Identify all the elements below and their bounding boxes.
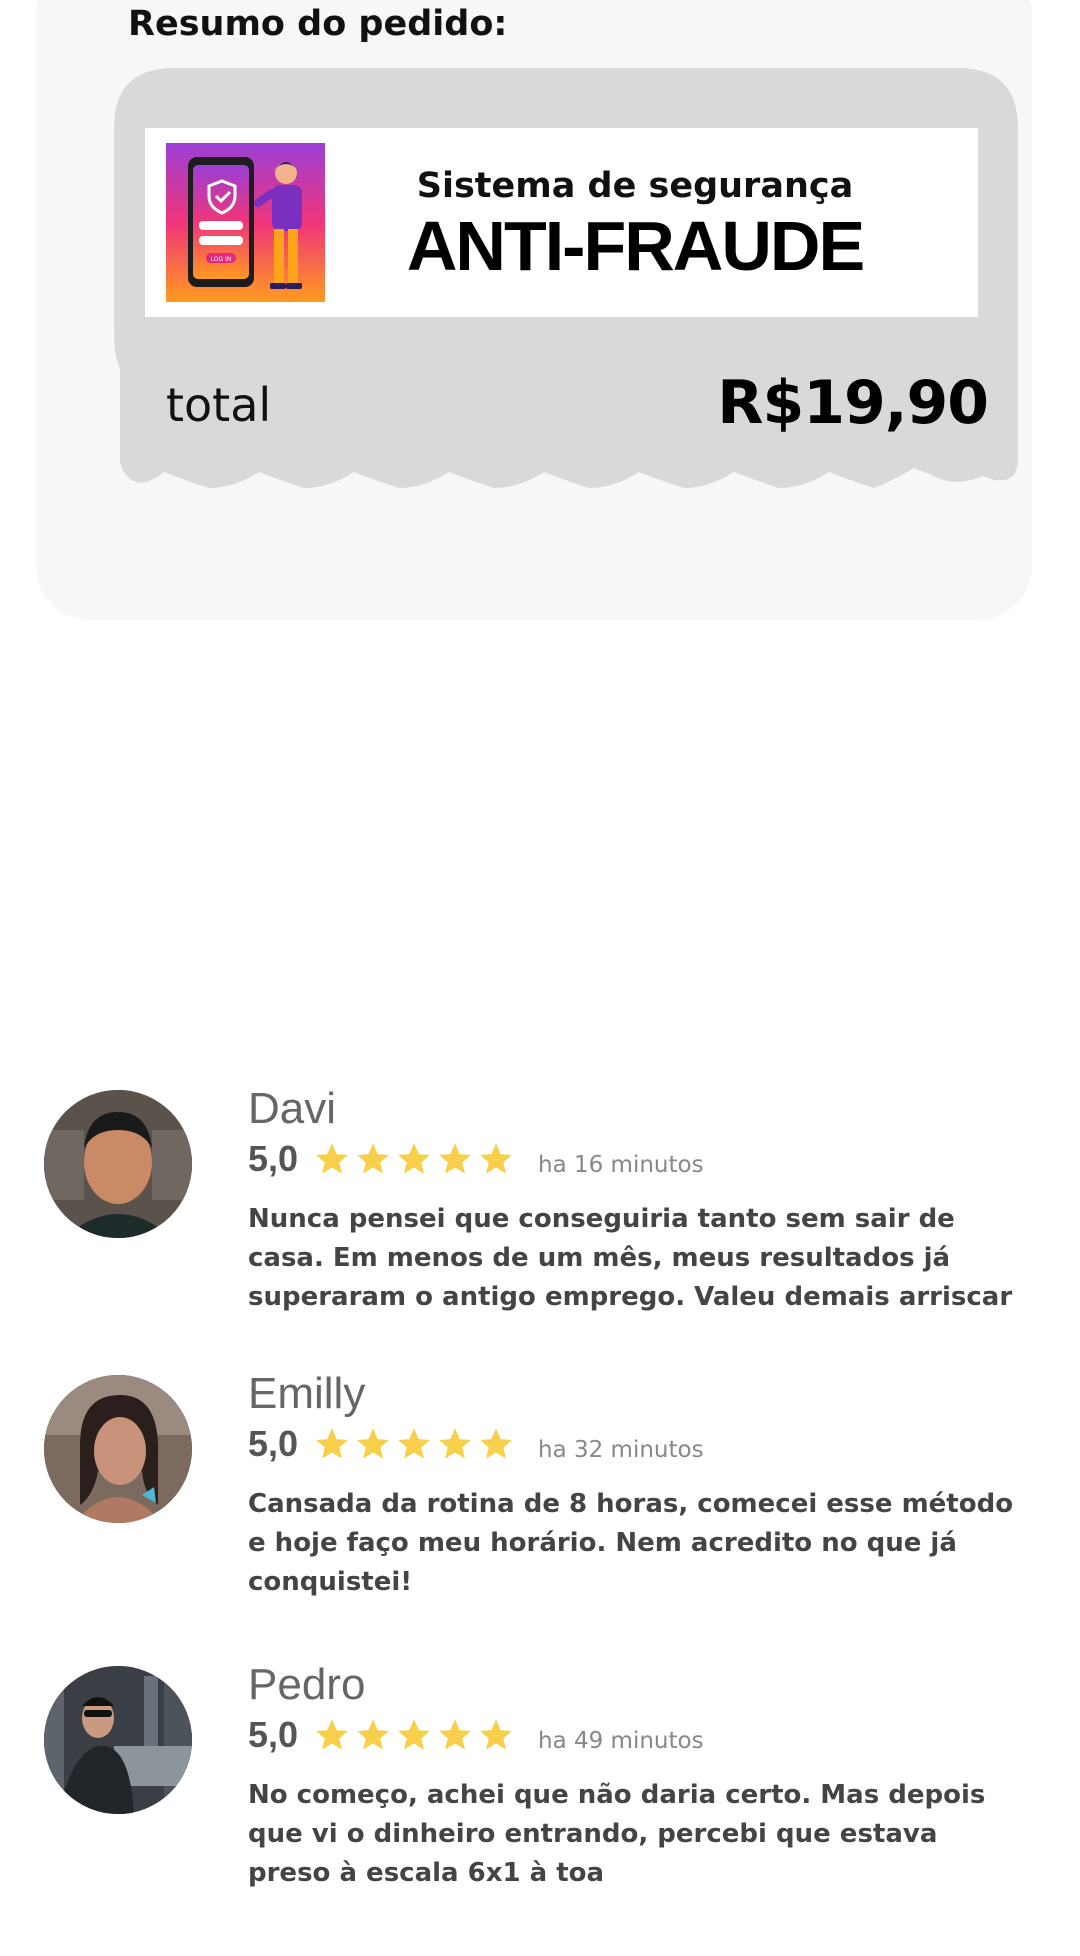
star-icon [357, 1428, 389, 1459]
star-icon [439, 1428, 471, 1459]
reviewer-name: Davi [248, 1084, 337, 1133]
star-icon [439, 1719, 471, 1750]
receipt: LOG IN Sistema de segurança ANTI-FRAUDE … [114, 68, 1018, 494]
review-item: Davi 5,0 ha 16 minutos Nunca pensei que … [0, 1084, 1080, 1380]
review-text: Nunca pensei que conseguiria tanto sem s… [248, 1204, 1013, 1312]
star-icon [316, 1719, 348, 1750]
avatar [44, 1090, 192, 1238]
product-title: ANTI-FRAUDE [406, 207, 865, 285]
star-rating [313, 1716, 515, 1756]
total-label: total [166, 378, 272, 432]
order-summary-card: Resumo do pedido: LOG IN Sistema de segu… [36, 0, 1032, 620]
review-item: Emilly 5,0 ha 32 minutos Cansada da roti… [0, 1369, 1080, 1665]
star-icon [398, 1719, 430, 1750]
star-icon [398, 1143, 430, 1174]
reviewer-name: Emilly [248, 1369, 366, 1418]
review-time: ha 32 minutos [538, 1437, 704, 1463]
star-icon [316, 1428, 348, 1459]
star-icon [316, 1143, 348, 1174]
review-text: No começo, achei que não daria certo. Ma… [248, 1780, 986, 1888]
order-summary-title: Resumo do pedido: [128, 4, 508, 44]
review-time: ha 16 minutos [538, 1152, 704, 1178]
star-icon [480, 1143, 512, 1174]
avatar [44, 1375, 192, 1523]
phone-login-illustration-icon: LOG IN [166, 143, 325, 302]
star-icon [480, 1428, 512, 1459]
avatar [44, 1666, 192, 1814]
reviewer-name: Pedro [248, 1660, 366, 1709]
review-item: Pedro 5,0 ha 49 minutos No começo, achei… [0, 1660, 1080, 1956]
star-icon [357, 1719, 389, 1750]
product-banner: LOG IN Sistema de segurança ANTI-FRAUDE [145, 128, 978, 317]
product-subtitle: Sistema de segurança [416, 166, 854, 206]
star-icon [398, 1428, 430, 1459]
star-icon [357, 1143, 389, 1174]
total-value: R$19,90 [717, 368, 989, 438]
login-button-label: LOG IN [211, 256, 232, 263]
review-time: ha 49 minutos [538, 1728, 704, 1754]
review-text: Cansada da rotina de 8 horas, comecei es… [248, 1489, 1014, 1597]
star-rating [313, 1140, 515, 1180]
rating-score: 5,0 [248, 1138, 299, 1179]
rating-score: 5,0 [248, 1714, 299, 1755]
star-rating [313, 1425, 515, 1465]
star-icon [439, 1143, 471, 1174]
star-icon [480, 1719, 512, 1750]
rating-score: 5,0 [248, 1423, 299, 1464]
